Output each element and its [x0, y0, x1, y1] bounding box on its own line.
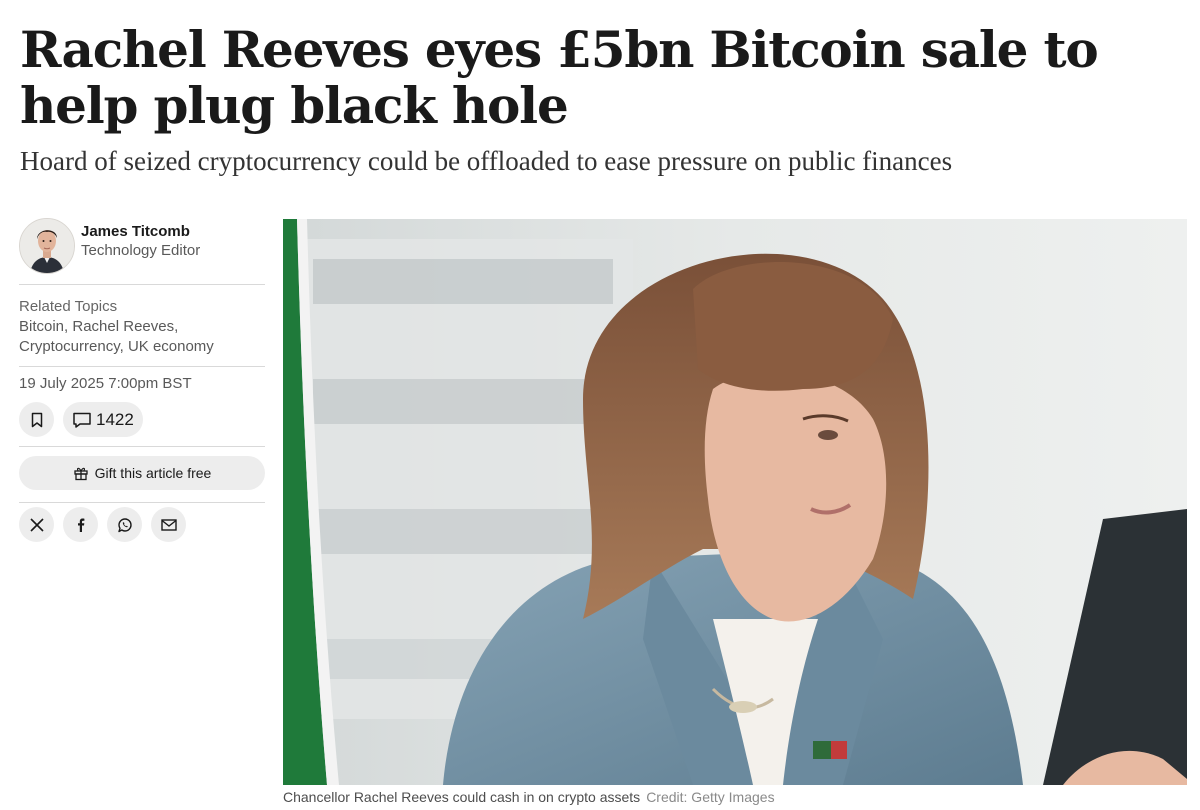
- gift-label: Gift this article free: [94, 465, 212, 481]
- caption-text: Chancellor Rachel Reeves could cash in o…: [283, 789, 641, 805]
- share-facebook-button[interactable]: [63, 507, 98, 542]
- image-caption: Chancellor Rachel Reeves could cash in o…: [283, 788, 1187, 806]
- author-role: Technology Editor: [81, 242, 201, 259]
- comment-icon: [72, 411, 92, 429]
- topic-link-cryptocurrency[interactable]: Cryptocurrency,: [19, 338, 124, 355]
- bookmark-icon: [28, 411, 46, 429]
- article-headline: Rachel Reeves eyes £5bn Bitcoin sale to …: [20, 20, 1099, 135]
- share-whatsapp-button[interactable]: [107, 507, 142, 542]
- publish-date: 19 July 2025 7:00pm BST: [19, 375, 192, 392]
- image-credit: Credit: Getty Images: [646, 789, 775, 805]
- topic-link-rachel-reeves[interactable]: Rachel Reeves,: [72, 318, 178, 335]
- author-name[interactable]: James Titcomb: [81, 222, 200, 241]
- gift-article-button[interactable]: Gift this article free: [19, 456, 265, 490]
- facebook-icon: [73, 517, 89, 533]
- related-topics-heading: Related Topics: [19, 298, 118, 315]
- comment-count: 1422: [96, 409, 134, 429]
- article-actions: 1422: [19, 402, 265, 446]
- article-sidebar: James Titcomb Technology Editor Related …: [19, 218, 265, 542]
- article-standfirst: Hoard of seized cryptocurrency could be …: [20, 146, 953, 176]
- gift-icon: [73, 465, 89, 481]
- comments-button[interactable]: 1422: [63, 402, 143, 437]
- related-topics-list: Bitcoin, Rachel Reeves, Cryptocurrency, …: [19, 317, 265, 357]
- bookmark-button[interactable]: [19, 402, 54, 437]
- topic-link-uk-economy[interactable]: UK economy: [128, 338, 214, 355]
- topic-link-bitcoin[interactable]: Bitcoin,: [19, 318, 68, 335]
- whatsapp-icon: [116, 516, 134, 534]
- x-icon: [29, 517, 45, 533]
- article-hero-image[interactable]: [283, 219, 1187, 785]
- related-topics: Related Topics Bitcoin, Rachel Reeves, C…: [19, 285, 265, 366]
- share-buttons: [19, 503, 265, 542]
- share-email-button[interactable]: [151, 507, 186, 542]
- email-icon: [160, 516, 178, 534]
- share-x-button[interactable]: [19, 507, 54, 542]
- author-byline[interactable]: James Titcomb Technology Editor: [19, 218, 265, 274]
- author-avatar[interactable]: [19, 218, 75, 274]
